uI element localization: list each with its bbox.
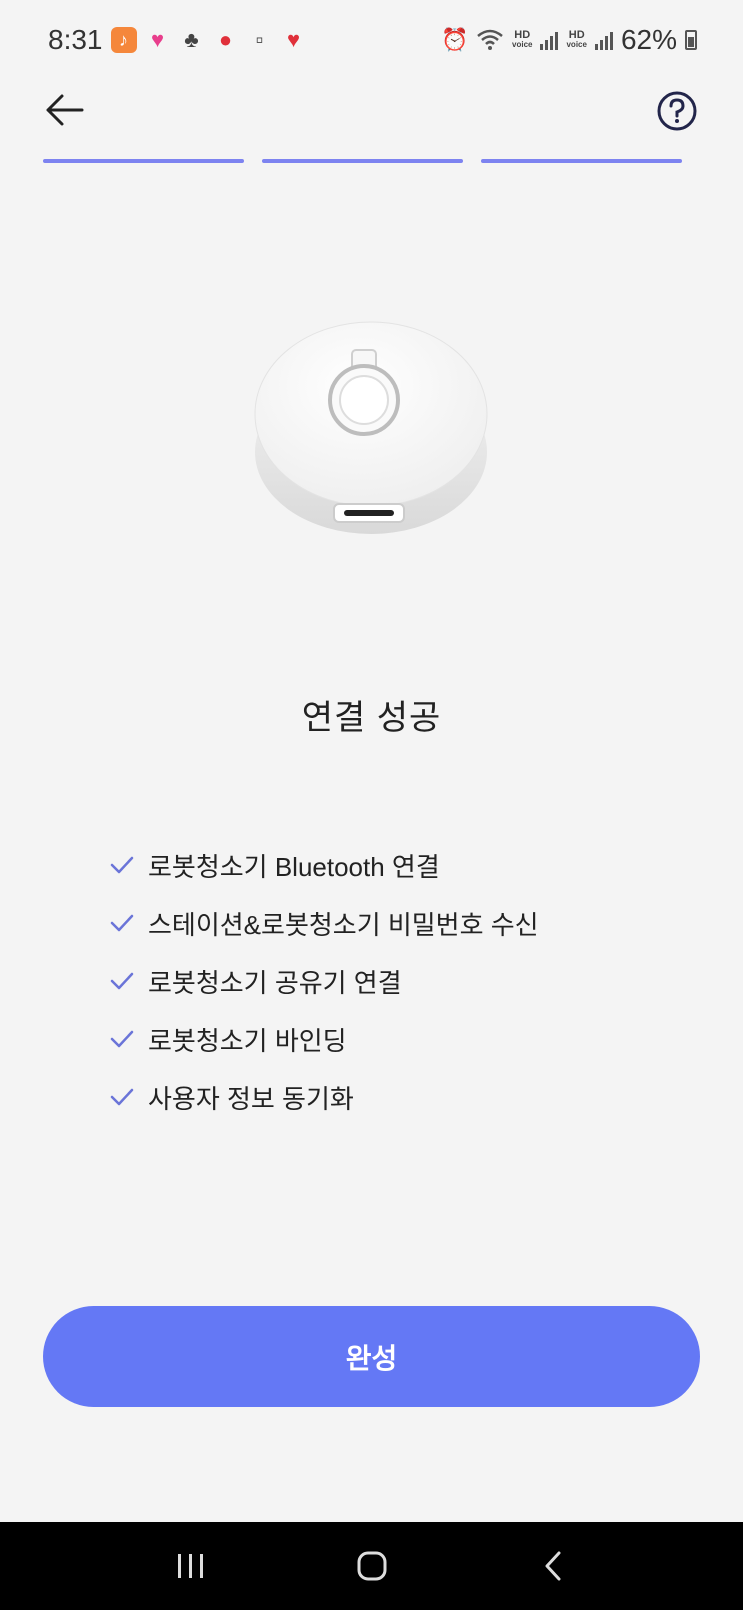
checklist-item: 스테이션&로봇청소기 비밀번호 수신 — [108, 894, 539, 952]
voice-label-1: voice — [512, 40, 533, 49]
signal-icon-1 — [540, 30, 559, 50]
chat-notification-icon: ● — [218, 27, 233, 52]
checklist-item-label: 로봇청소기 공유기 연결 — [148, 967, 402, 998]
nav-back-button[interactable] — [523, 1536, 583, 1596]
checklist-item: 로봇청소기 바인딩 — [108, 1010, 539, 1068]
navigation-bar — [0, 1522, 743, 1610]
status-time: 8:31 — [48, 24, 103, 55]
check-icon — [110, 1088, 134, 1106]
status-right: ⏰ HD voice HD voice 62% — [441, 24, 697, 56]
wifi-icon — [477, 29, 503, 50]
home-icon — [357, 1551, 386, 1581]
signal-icon-2 — [594, 30, 613, 50]
red-heart-notification-icon: ♥ — [286, 27, 301, 52]
checklist-item-label: 사용자 정보 동기화 — [148, 1083, 354, 1114]
status-bar: 8:31 ♪ ♥ ♣ ● ▫ ♥ ⏰ HD voice HD voice 62% — [0, 0, 743, 80]
status-left: 8:31 ♪ ♥ ♣ ● ▫ ♥ — [48, 24, 307, 56]
connection-checklist: 로봇청소기 Bluetooth 연결 스테이션&로봇청소기 비밀번호 수신 로봇… — [108, 836, 539, 1126]
heart-notification-icon: ♥ — [150, 27, 165, 52]
checklist-item: 로봇청소기 공유기 연결 — [108, 952, 539, 1010]
nav-back-icon — [545, 1551, 560, 1581]
arrow-left-icon — [46, 94, 84, 126]
hd-voice-icon-1: HD voice — [512, 30, 532, 50]
complete-button[interactable]: 완성 — [43, 1306, 700, 1407]
checklist-item-label: 스테이션&로봇청소기 비밀번호 수신 — [148, 909, 539, 940]
page-title: 연결 성공 — [301, 699, 442, 737]
back-button[interactable] — [42, 88, 86, 132]
recent-apps-icon — [177, 1554, 203, 1578]
hd-voice-icon-2: HD voice — [566, 30, 586, 50]
battery-percent: 62% — [620, 24, 677, 55]
progress-segment-1 — [43, 159, 244, 163]
battery-icon — [685, 30, 697, 50]
check-icon — [110, 914, 134, 932]
home-button[interactable] — [342, 1536, 402, 1596]
hd-label-1: HD — [514, 29, 531, 41]
progress-segment-3 — [481, 159, 682, 163]
misc-notification-icon: ▫ — [255, 27, 264, 52]
progress-segment-2 — [262, 159, 463, 163]
check-icon — [110, 972, 134, 990]
step-progress — [43, 159, 682, 163]
check-icon — [110, 1030, 134, 1048]
checklist-item: 로봇청소기 Bluetooth 연결 — [108, 836, 539, 894]
help-button[interactable] — [656, 90, 698, 132]
robot-vacuum-image — [254, 321, 488, 534]
app-notification-icon: ♪ — [110, 27, 137, 53]
check-icon — [110, 856, 134, 874]
checklist-item: 사용자 정보 동기화 — [108, 1068, 539, 1126]
hd-label-2: HD — [568, 29, 585, 41]
checklist-item-label: 로봇청소기 바인딩 — [148, 1025, 347, 1056]
recent-apps-button[interactable] — [161, 1536, 221, 1596]
question-circle-icon — [657, 91, 697, 131]
character-notification-icon: ♣ — [184, 27, 199, 52]
checklist-item-label: 로봇청소기 Bluetooth 연결 — [148, 851, 440, 882]
voice-label-2: voice — [566, 40, 587, 49]
alarm-icon: ⏰ — [441, 27, 469, 52]
